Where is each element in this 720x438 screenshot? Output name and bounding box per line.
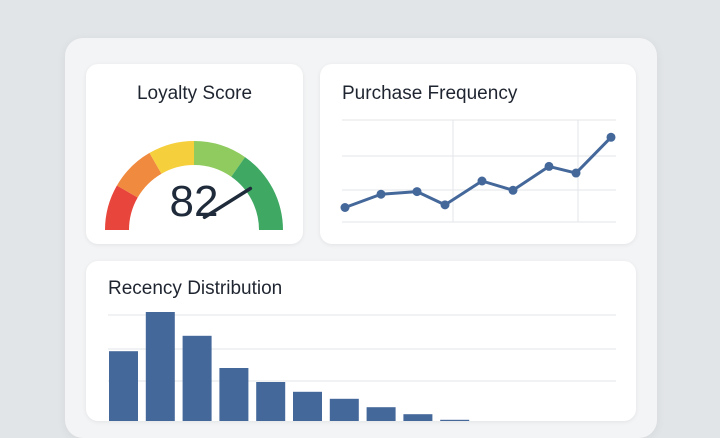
frequency-data-point bbox=[440, 200, 450, 210]
recency-bar bbox=[366, 407, 396, 421]
loyalty-gauge: 82 bbox=[105, 141, 283, 230]
frequency-data-point bbox=[477, 176, 487, 186]
gauge-value: 82 bbox=[170, 177, 219, 226]
purchase-frequency-card[interactable]: Purchase Frequency bbox=[320, 64, 636, 244]
frequency-data-point bbox=[606, 132, 616, 142]
frequency-series-line bbox=[344, 136, 613, 209]
recency-bar bbox=[256, 382, 286, 421]
recency-bar bbox=[403, 414, 433, 421]
recency-distribution-chart bbox=[108, 312, 616, 421]
frequency-data-point bbox=[571, 168, 581, 178]
loyalty-score-card[interactable]: Loyalty Score 82 bbox=[86, 64, 303, 244]
frequency-data-point bbox=[412, 187, 422, 197]
recency-distribution-card[interactable]: Recency Distribution bbox=[86, 261, 636, 421]
recency-bar bbox=[329, 398, 359, 421]
frequency-data-point bbox=[340, 203, 350, 212]
recency-bar bbox=[440, 419, 470, 421]
frequency-data-point bbox=[376, 189, 386, 199]
purchase-frequency-chart bbox=[340, 119, 616, 223]
recency-bar bbox=[109, 351, 138, 421]
recency-bar bbox=[293, 391, 322, 421]
recency-bar bbox=[182, 335, 212, 421]
frequency-data-point bbox=[544, 161, 554, 171]
frequency-data-point bbox=[508, 185, 518, 195]
recency-bar bbox=[219, 368, 249, 421]
